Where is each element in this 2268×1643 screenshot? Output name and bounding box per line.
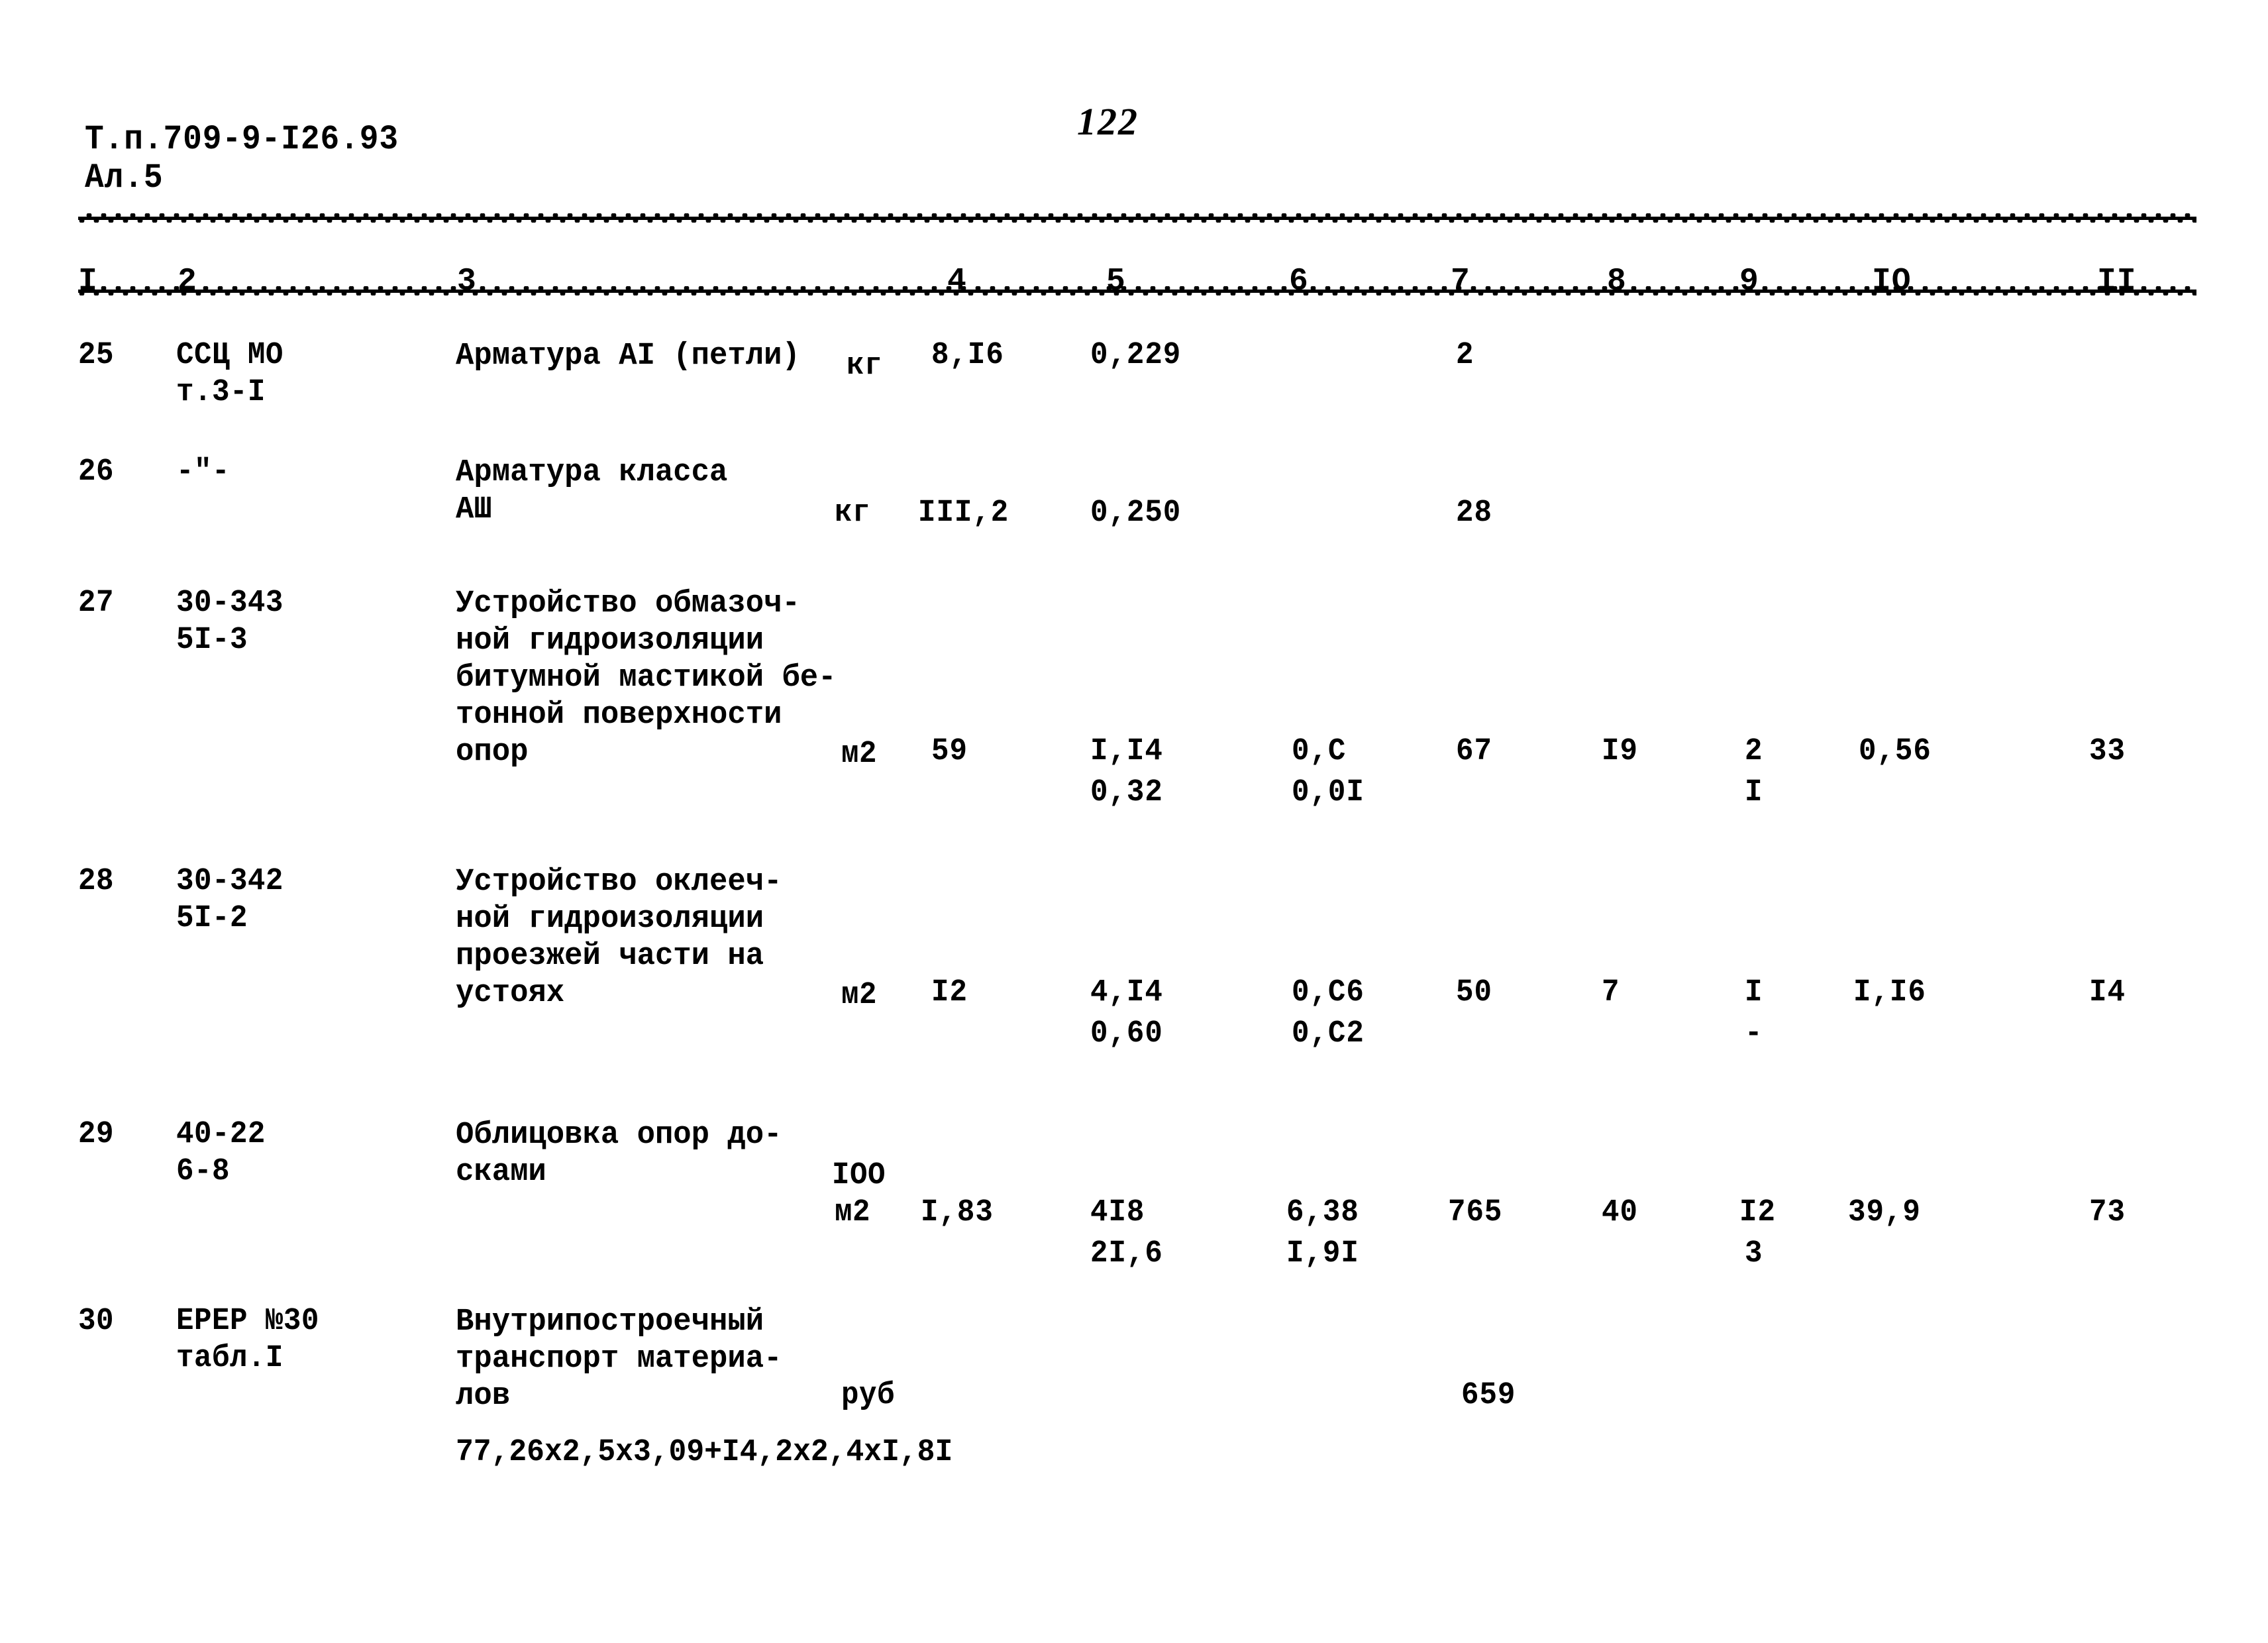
row-unit-2: м2 (835, 1195, 870, 1230)
row-number: 27 (78, 586, 114, 621)
col8-value: 7 (1602, 975, 1620, 1010)
col5-value-2: 0,32 (1090, 775, 1163, 810)
row-number: 26 (78, 454, 114, 490)
row-description: Облицовка опор до- (456, 1118, 782, 1153)
col4-value: I2 (931, 975, 968, 1010)
col9-value: 2 (1745, 734, 1763, 769)
row-reference: ЕРЕР №30 (176, 1304, 319, 1339)
col11-value: I4 (2089, 975, 2126, 1010)
row-unit: руб (841, 1378, 895, 1413)
row-description-3: лов (456, 1379, 511, 1414)
row-reference-2: табл.I (176, 1341, 284, 1376)
col10-value: I,I6 (1853, 975, 1926, 1010)
col6-value-2: 0,0I (1292, 775, 1365, 810)
row-description-2: сками (456, 1155, 546, 1190)
col11-value: 73 (2089, 1195, 2126, 1230)
row-number: 25 (78, 338, 114, 373)
col7-value: 28 (1456, 496, 1492, 531)
column-header-3: 3 (457, 264, 477, 299)
document-code-line2: Ал.5 (85, 158, 164, 198)
col9-value-2: - (1745, 1016, 1763, 1051)
col8-value: 40 (1602, 1195, 1638, 1230)
col7-value: 765 (1448, 1195, 1503, 1230)
document-code-line1: Т.п.709-9-I26.93 (85, 120, 399, 159)
col5-value: 4I8 (1090, 1195, 1145, 1230)
document-code: Т.п.709-9-I26.93 Ал.5 (85, 120, 399, 198)
column-header-5: 5 (1106, 264, 1126, 299)
row-description-2: транспорт материа- (456, 1342, 782, 1377)
row-number: 29 (78, 1117, 114, 1152)
col9-value-2: 3 (1745, 1236, 1763, 1271)
row-description: Арматура АI (петли) (456, 339, 800, 374)
col6-value: 0,С6 (1292, 975, 1365, 1010)
row-reference-2: 5I-2 (176, 901, 248, 936)
col6-value: 6,38 (1286, 1195, 1359, 1230)
column-header-8: 8 (1607, 264, 1627, 299)
row-reference: ССЦ МО (176, 338, 284, 373)
col5-value: 4,I4 (1090, 975, 1163, 1010)
row-description: Арматура класса (456, 455, 728, 490)
col6-value-2: 0,С2 (1292, 1016, 1365, 1051)
col5-value-2: 0,60 (1090, 1016, 1163, 1051)
row-description-5: опор (456, 735, 529, 770)
col10-value: 0,56 (1859, 734, 1932, 769)
row-unit: м2 (841, 737, 877, 772)
row-description-3: проезжей части на (456, 939, 764, 974)
col7-value: 50 (1456, 975, 1492, 1010)
column-header-7: 7 (1451, 264, 1470, 299)
col9-value: I2 (1739, 1195, 1776, 1230)
column-header-2: 2 (178, 264, 197, 299)
col9-value-2: I (1745, 775, 1763, 810)
col7-value: 67 (1456, 734, 1492, 769)
col6-value-2: I,9I (1286, 1236, 1359, 1271)
column-header-11: II (2097, 264, 2137, 299)
row-unit: кг (847, 348, 882, 384)
row-description: Внутрипостроечный (456, 1304, 764, 1340)
row-reference: -"- (176, 454, 230, 490)
row-description-4: тонной поверхности (456, 698, 782, 733)
column-header-9: 9 (1739, 264, 1759, 299)
col7-value: 2 (1456, 338, 1474, 373)
row-description-2: АШ (456, 492, 492, 527)
col5-value: 0,229 (1090, 338, 1182, 373)
row-number: 30 (78, 1304, 114, 1339)
column-header-1: I (78, 264, 98, 299)
row-reference: 30-343 (176, 586, 284, 621)
row-unit: м2 (841, 978, 877, 1013)
col5-value: I,I4 (1090, 734, 1163, 769)
col4-value: 8,I6 (931, 338, 1004, 373)
col10-value: 39,9 (1848, 1195, 1921, 1230)
column-header-6: 6 (1289, 264, 1309, 299)
col8-value: I9 (1602, 734, 1638, 769)
row-formula: 77,26х2,5х3,09+I4,2х2,4хI,8I (456, 1435, 953, 1470)
row-reference-2: 6-8 (176, 1154, 230, 1189)
row-description-3: битумной мастикой бе- (456, 661, 837, 696)
row-reference-2: т.3-I (176, 375, 266, 410)
row-reference-2: 5I-3 (176, 623, 248, 658)
table-top-rule (78, 213, 2196, 223)
col5-value-2: 2I,6 (1090, 1236, 1163, 1271)
column-header-4: 4 (947, 264, 967, 299)
row-description-2: ной гидроизоляции (456, 623, 764, 659)
row-unit: IOO (832, 1158, 886, 1193)
row-description: Устройство обмазоч- (456, 586, 800, 621)
row-description: Устройство оклееч- (456, 865, 782, 900)
scanned-document-page: Т.п.709-9-I26.93 Ал.5 122 I 2 3 4 5 6 7 8… (0, 0, 2268, 1643)
col7-value: 659 (1461, 1378, 1516, 1413)
col9-value: I (1745, 975, 1763, 1010)
column-header-10: IO (1872, 264, 1912, 299)
page-number: 122 (1077, 100, 1139, 143)
col5-value: 0,250 (1090, 496, 1182, 531)
row-description-4: устоях (456, 976, 565, 1011)
row-reference: 40-22 (176, 1117, 266, 1152)
row-number: 28 (78, 864, 114, 899)
row-reference: 30-342 (176, 864, 284, 899)
col4-value: 59 (931, 734, 968, 769)
col4-value: III,2 (918, 496, 1009, 531)
col11-value: 33 (2089, 734, 2126, 769)
row-unit: кг (835, 496, 870, 531)
row-description-2: ной гидроизоляции (456, 902, 764, 937)
col6-value: 0,С (1292, 734, 1347, 769)
col4-value: I,83 (921, 1195, 994, 1230)
